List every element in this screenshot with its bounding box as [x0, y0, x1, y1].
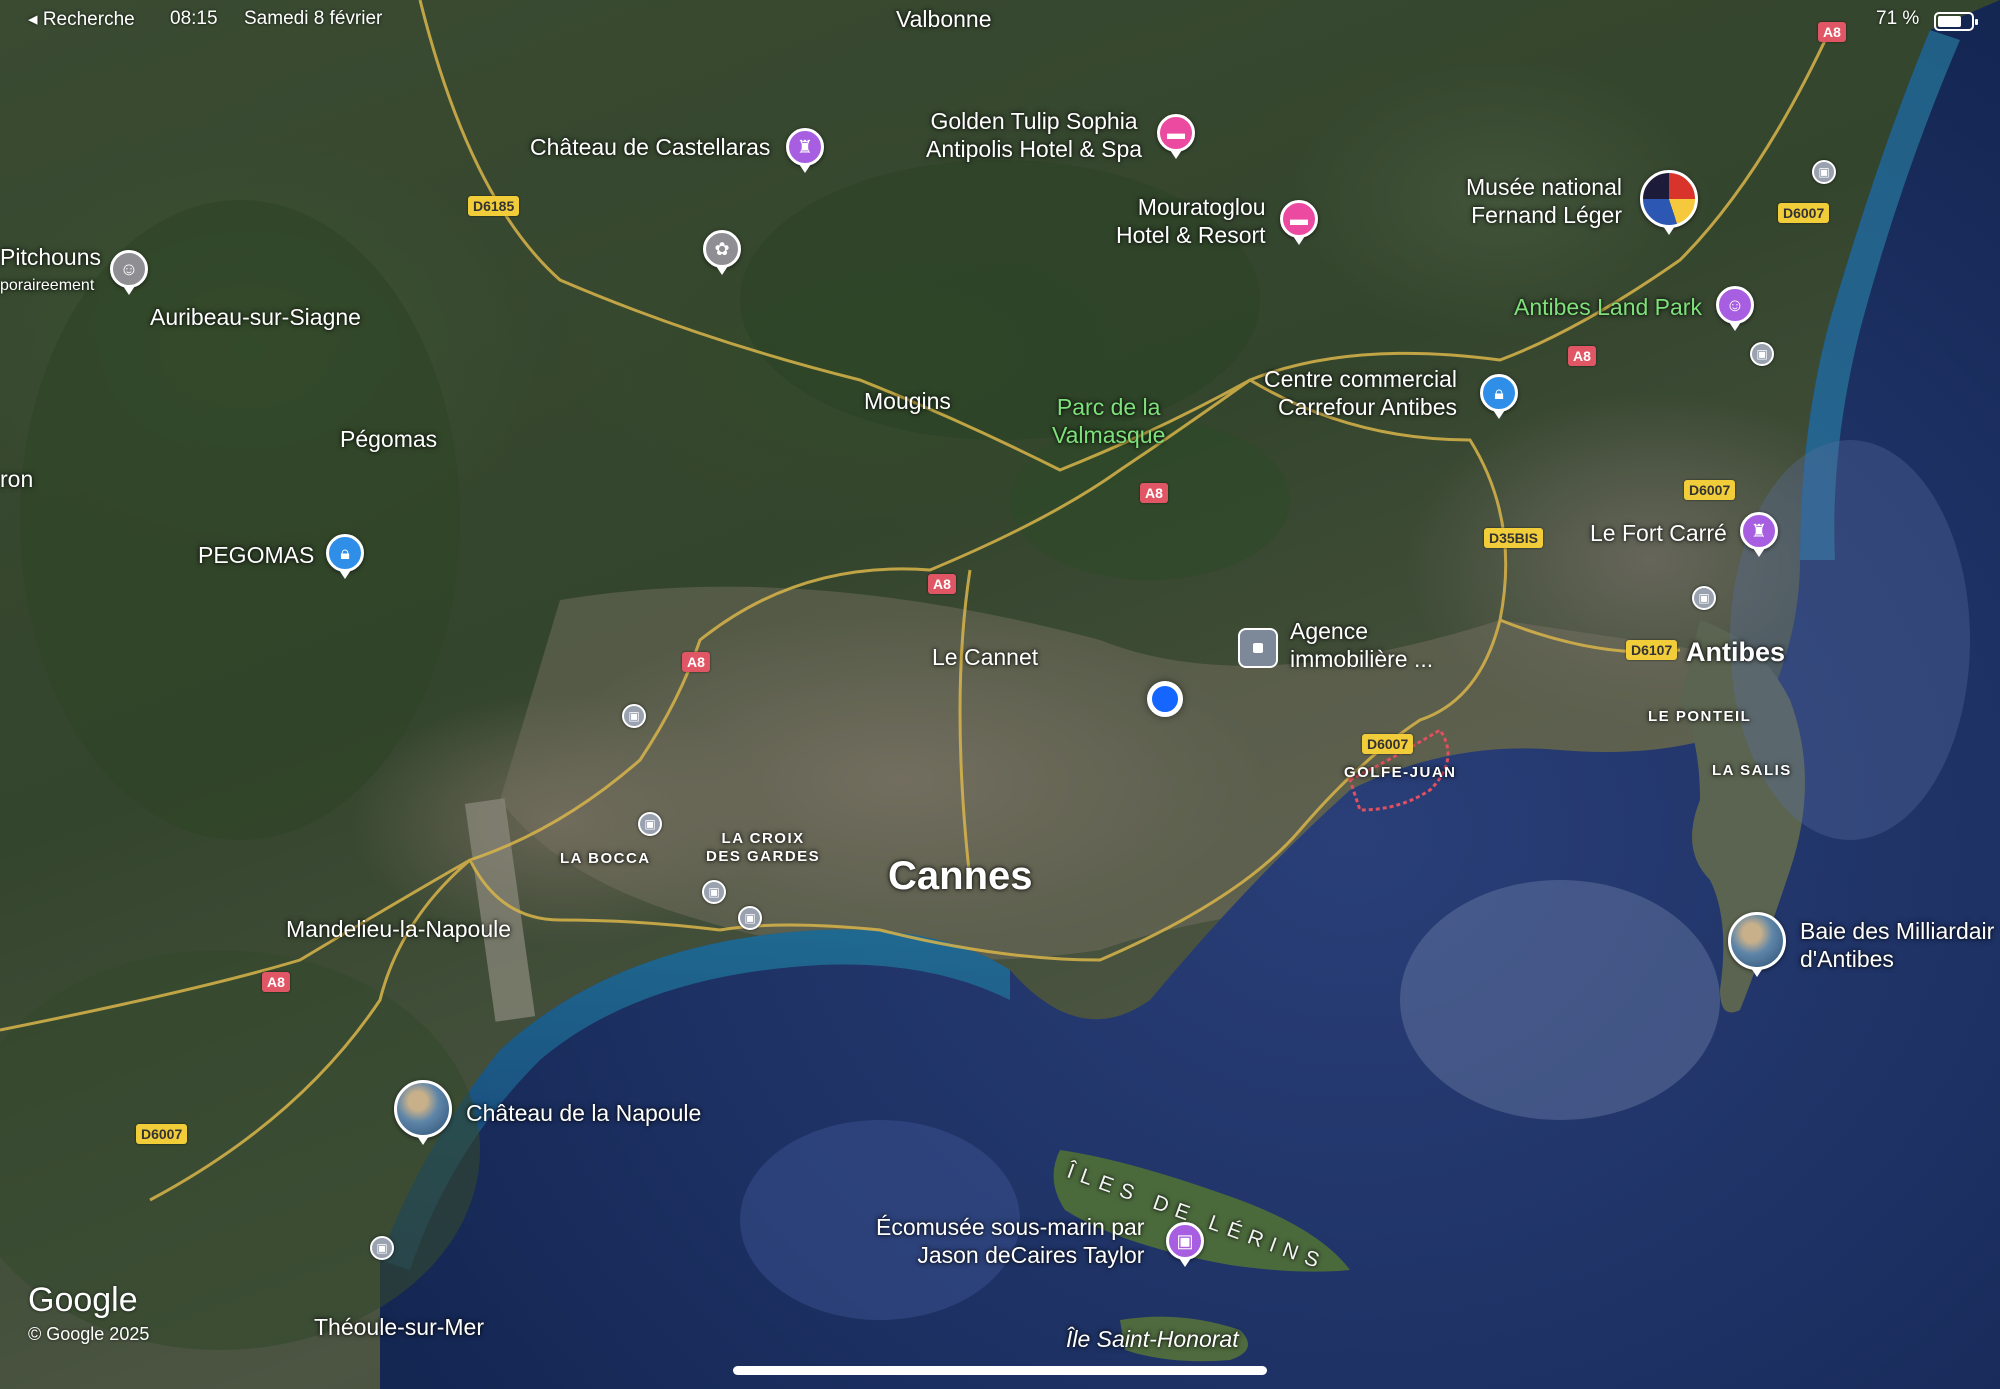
label-valbonne[interactable]: Valbonne — [896, 6, 992, 34]
train-icon[interactable]: ▣ — [370, 1236, 394, 1260]
train-icon[interactable]: ▣ — [638, 812, 662, 836]
battery-icon — [1934, 12, 1978, 31]
label-pitchouns[interactable]: Pitchouns — [0, 244, 101, 272]
label-mougins[interactable]: Mougins — [864, 388, 951, 416]
castle-photo-icon[interactable] — [394, 1080, 452, 1145]
road-shield-a8-cannet: A8 — [928, 574, 956, 594]
label-la-bocca: LA BOCCA — [560, 850, 651, 867]
flower-icon[interactable]: ✿ — [703, 230, 741, 275]
terrain-layer — [0, 0, 2000, 1389]
user-location-dot[interactable] — [1147, 681, 1183, 717]
label-pitchouns-sub: poraireement — [0, 277, 95, 294]
label-le-cannet[interactable]: Le Cannet — [932, 644, 1038, 672]
label-golfe-juan: GOLFE-JUAN — [1344, 764, 1457, 781]
road-shield-d6007-north: D6007 — [1778, 203, 1830, 223]
train-icon[interactable]: ▣ — [1692, 586, 1716, 610]
label-mouratoglou[interactable]: Mouratoglou Hotel & Resort — [1116, 194, 1266, 249]
label-fort-carre[interactable]: Le Fort Carré — [1590, 520, 1727, 548]
train-icon[interactable]: ▣ — [702, 880, 726, 904]
airport-runway — [464, 798, 536, 1022]
road-shield-a8-north: A8 — [1818, 22, 1846, 42]
status-time: 08:15 — [170, 8, 218, 29]
road-shield-d6007-west: D6007 — [136, 1124, 188, 1144]
home-indicator[interactable] — [733, 1366, 1267, 1375]
road-shield-a8-antibes: A8 — [1568, 346, 1596, 366]
castle-icon[interactable]: ♜ — [1740, 512, 1778, 557]
road-shield-d6007-fort: D6007 — [1684, 480, 1736, 500]
google-copyright: © Google 2025 — [28, 1324, 150, 1344]
status-date: Samedi 8 février — [244, 8, 383, 29]
label-parc-valmasque[interactable]: Parc de la Valmasque — [1052, 394, 1165, 449]
amusement-park-icon[interactable]: ☺ — [1716, 286, 1754, 331]
bed-icon[interactable]: ▬ — [1157, 114, 1195, 159]
battery-fill — [1938, 16, 1961, 27]
train-icon[interactable]: ▣ — [1750, 342, 1774, 366]
label-le-ponteil: LE PONTEIL — [1648, 708, 1752, 725]
label-agence-immobiliere[interactable]: Agence immobilière ... — [1290, 618, 1433, 673]
label-pegomas[interactable]: Pégomas — [340, 426, 437, 454]
label-ile-saint-honorat[interactable]: Île Saint-Honorat — [1066, 1326, 1239, 1354]
label-chateau-castellaras[interactable]: Château de Castellaras — [530, 134, 770, 162]
road-shield-a8-mandelieu: A8 — [262, 972, 290, 992]
label-ron: ron — [0, 466, 34, 492]
road-shield-a8-west: A8 — [682, 652, 710, 672]
back-to-search-link[interactable]: ◂ Recherche — [28, 8, 135, 31]
label-mandelieu[interactable]: Mandelieu-la-Napoule — [286, 916, 511, 944]
museum-icon[interactable] — [1640, 170, 1698, 235]
battery-percentage: 71 % — [1876, 8, 1920, 29]
label-pegomas-shop[interactable]: PEGOMAS — [198, 542, 314, 570]
label-golden-tulip[interactable]: Golden Tulip Sophia Antipolis Hotel & Sp… — [926, 108, 1142, 163]
label-ecomusee[interactable]: Écomusée sous-marin par Jason deCaires T… — [876, 1214, 1144, 1269]
label-theoule[interactable]: Théoule-sur-Mer — [314, 1314, 484, 1342]
label-auribeau[interactable]: Auribeau-sur-Siagne — [150, 304, 361, 332]
label-baie-milliardaires[interactable]: Baie des Milliardair d'Antibes — [1800, 918, 1994, 973]
shopping-bag-icon[interactable]: 🔒︎ — [1480, 374, 1518, 419]
label-antibes[interactable]: Antibes — [1686, 636, 1785, 668]
label-la-salis: LA SALIS — [1712, 762, 1792, 779]
shopping-bag-icon[interactable]: 🔒︎ — [326, 534, 364, 579]
childcare-icon[interactable]: ☺ — [110, 250, 148, 295]
label-antibes-land-park[interactable]: Antibes Land Park — [1514, 294, 1702, 322]
label-chateau-napoule[interactable]: Château de la Napoule — [466, 1100, 701, 1128]
agence-immobiliere-marker[interactable] — [1238, 628, 1278, 668]
road-shield-a8-mougins: A8 — [1140, 483, 1168, 503]
label-musee-leger[interactable]: Musée national Fernand Léger — [1466, 174, 1622, 229]
label-la-croix-des-gardes: LA CROIX DES GARDES — [706, 830, 821, 865]
castle-icon[interactable]: ♜ — [786, 128, 824, 173]
road-shield-d6007-golfe: D6007 — [1362, 734, 1414, 754]
train-icon[interactable]: ▣ — [622, 704, 646, 728]
road-shield-d6185: D6185 — [468, 196, 520, 216]
beach-photo-icon[interactable] — [1728, 912, 1786, 977]
train-icon[interactable]: ▣ — [1812, 160, 1836, 184]
road-shield-d6107: D6107 — [1626, 640, 1678, 660]
road-shield-d35bis: D35BIS — [1484, 528, 1544, 548]
train-icon[interactable]: ▣ — [738, 906, 762, 930]
satellite-map[interactable]: ◂ Recherche 08:15 Samedi 8 février 71 % … — [0, 0, 2000, 1389]
bed-icon[interactable]: ▬ — [1280, 200, 1318, 245]
label-centre-commercial[interactable]: Centre commercial Carrefour Antibes — [1264, 366, 1457, 421]
google-logo: Google — [28, 1281, 138, 1319]
museum-icon[interactable]: ▣ — [1166, 1222, 1204, 1267]
label-cannes[interactable]: Cannes — [888, 852, 1033, 900]
